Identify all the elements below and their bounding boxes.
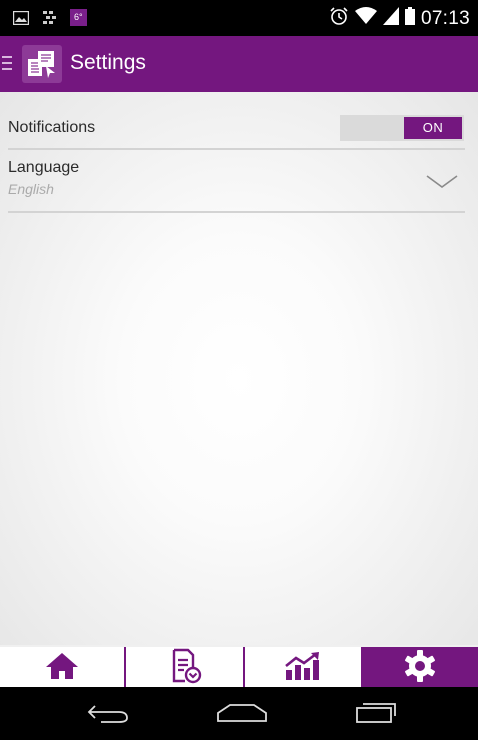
- hamburger-icon[interactable]: [2, 56, 12, 70]
- image-icon: [12, 9, 29, 26]
- language-label: Language: [8, 159, 80, 176]
- notifications-label: Notifications: [8, 119, 96, 136]
- status-system: 07:13: [329, 6, 470, 31]
- toggle-on-label: ON: [404, 117, 462, 139]
- tab-documents[interactable]: [126, 647, 243, 689]
- tab-settings[interactable]: [361, 647, 478, 689]
- notifications-toggle[interactable]: ON: [340, 115, 464, 141]
- recent-apps-icon[interactable]: [350, 697, 402, 729]
- bottom-tab-bar: [0, 645, 478, 689]
- alarm-clock-icon: [329, 6, 349, 31]
- settings-content: Notifications ON Language English: [0, 92, 478, 645]
- temperature-badge: 6°: [70, 9, 87, 26]
- wifi-icon: [354, 7, 377, 30]
- system-nav-bar: [0, 687, 478, 740]
- clock-time: 07:13: [420, 7, 470, 29]
- app-logo-icon[interactable]: [22, 45, 62, 83]
- chevron-down-icon[interactable]: [425, 174, 459, 190]
- status-notifications: 6°: [12, 9, 87, 26]
- language-row[interactable]: Language English: [8, 150, 465, 213]
- tab-home[interactable]: [0, 647, 124, 689]
- app-bar: Settings: [0, 36, 478, 92]
- page-title: Settings: [70, 51, 146, 74]
- battery-icon: [404, 7, 415, 30]
- status-bar: 6° 07:13: [0, 0, 478, 36]
- signal-icon: [382, 7, 399, 30]
- back-icon[interactable]: [82, 697, 134, 729]
- gear-icon: [403, 649, 437, 688]
- document-icon: [167, 648, 203, 689]
- language-value: English: [8, 181, 54, 197]
- tab-stats[interactable]: [245, 647, 361, 689]
- home-icon: [44, 651, 80, 686]
- bbm-icon: [41, 9, 58, 26]
- home-outline-icon[interactable]: [212, 697, 272, 729]
- notifications-row: Notifications ON: [8, 92, 465, 150]
- chart-icon: [283, 650, 323, 687]
